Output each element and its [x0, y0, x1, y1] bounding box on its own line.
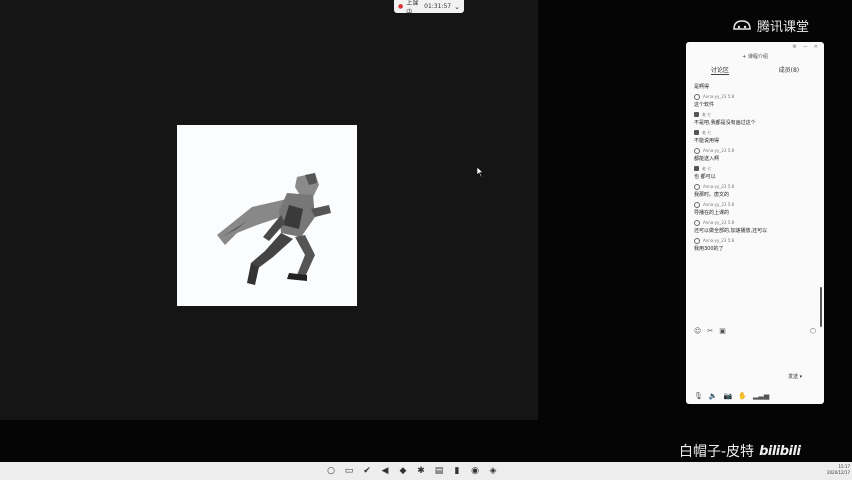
avatar[interactable] [694, 201, 700, 208]
message-user: Anna-yy_23 5:8 [694, 146, 816, 155]
tab-discussion[interactable]: 讨论区 [710, 63, 729, 75]
message-text: 我那时。唐文的 [694, 192, 730, 198]
minimize-icon[interactable]: — [803, 44, 808, 51]
clock-date: 2020/12/17 [826, 470, 850, 475]
gear-icon[interactable]: ✱ [415, 465, 427, 477]
message-text: 我用300的了 [694, 246, 724, 252]
search-icon[interactable]: ○ [325, 465, 337, 477]
scissors-icon[interactable]: ✂ [707, 327, 713, 335]
avatar[interactable] [694, 183, 700, 190]
avatar[interactable] [694, 112, 699, 117]
bilibili-logo: bilibili [759, 443, 801, 459]
drawing-canvas[interactable] [177, 125, 357, 306]
message-sender: Anna-yy_23 5:8 [703, 220, 735, 225]
message-list: 是啊得 Anna-yy_23 5:8 这个软件老 七不是吧,我都是没有画过这个老 七… [694, 83, 816, 254]
course-intro-link[interactable]: + 课程介绍 [686, 51, 824, 63]
live-status-bar[interactable]: ● 上课中 01:31:57 ⌄ [394, 0, 464, 16]
message-user: Anna-yy_23 5:8 [694, 218, 816, 227]
check-icon[interactable]: ✔ [361, 465, 373, 477]
message-text: 都能送入啊 [694, 156, 720, 162]
camera-icon[interactable]: 📷 [724, 392, 733, 400]
message-text: 这个软件 [694, 102, 715, 108]
avatar[interactable] [694, 219, 700, 226]
avatar[interactable] [694, 237, 700, 244]
message-sender: Anna-yy_23 5:8 [703, 148, 735, 153]
image-icon[interactable]: ▣ [719, 327, 726, 335]
chevron-down-icon[interactable]: ⌄ [454, 3, 460, 11]
message-text: 导播在的上课的 [694, 210, 730, 216]
message-sender: 老 七 [702, 129, 712, 135]
signal-icon: ▂▃▅ [753, 392, 770, 400]
message-teacher: 老 七 [694, 164, 816, 173]
browser-icon[interactable]: ◉ [469, 465, 481, 477]
message-text: 也 都可以 [694, 174, 716, 180]
live-time: 01:31:57 [424, 3, 452, 10]
send-button[interactable]: 发送 ▾ [788, 373, 802, 380]
chat-app-icon[interactable]: ◈ [487, 465, 499, 477]
message-teacher: 老 七 [694, 110, 816, 119]
film-icon[interactable]: ▤ [433, 465, 445, 477]
folder-icon[interactable]: ▭ [343, 465, 355, 477]
mouse-cursor-icon [477, 167, 484, 177]
avatar[interactable] [694, 147, 700, 154]
message-sender: Anna-yy_23 5:8 [703, 202, 735, 207]
message-user: Anna-yy_23 5:8 [694, 200, 816, 209]
message-sender: 老 七 [702, 111, 712, 117]
brand-name: 腾讯课堂 [757, 20, 810, 35]
message-user: Anna-yy_23 5:8 [694, 92, 816, 101]
desktop: ● 上课中 01:31:57 ⌄ 腾讯课堂 ⚙ — ✕ + 课程介绍 讨论区 成… [0, 0, 852, 480]
message-sender: Anna-yy_23 5:8 [703, 94, 735, 99]
message-sender: Anna-yy_23 5:8 [703, 184, 735, 189]
message-teacher: 老 七 [694, 128, 816, 137]
speaker-icon[interactable]: 🔈 [709, 392, 718, 400]
terminal-icon[interactable]: ▮ [451, 465, 463, 477]
vscode-icon[interactable]: ◀ [379, 465, 391, 477]
message-text: 不是吧,我都是没有画过这个 [694, 120, 756, 126]
settings-icon[interactable]: ⚙ [792, 44, 796, 51]
app-icon[interactable]: ◆ [397, 465, 409, 477]
avatar[interactable] [694, 93, 700, 100]
video-watermark: 白帽子-皮特 bilibili [679, 441, 801, 461]
hand-icon[interactable]: ✋ [738, 392, 747, 400]
chat-panel: ⚙ — ✕ + 课程介绍 讨论区 成员(8) 是啊得 Anna-yy_23 5:8… [686, 42, 824, 404]
recording-dot-icon: ● [398, 3, 404, 10]
avatar[interactable] [694, 130, 699, 135]
chat-toolbar: ☺ ✂ ▣ ⬡ [694, 326, 816, 336]
emoji-icon[interactable]: ☺ [694, 327, 701, 335]
chat-scrollbar[interactable] [820, 287, 822, 327]
system-clock[interactable]: 15:17 2020/12/17 [826, 464, 850, 476]
taskbar-apps: ○ ▭ ✔ ◀ ◆ ✱ ▤ ▮ ◉ ◈ [325, 462, 499, 480]
shared-screen [0, 0, 538, 420]
microphone-icon[interactable]: 🎙 [694, 392, 703, 400]
brand-logo: 腾讯课堂 [732, 16, 809, 35]
shield-icon[interactable]: ⬡ [810, 327, 816, 335]
message-sender: Anna-yy_23 5:8 [703, 238, 735, 243]
message-user: Anna-yy_23 5:8 [694, 182, 816, 191]
chat-window-controls: ⚙ — ✕ [686, 42, 824, 51]
bottom-toolbar: 🎙 🔈 📷 ✋ ▂▃▅ [694, 391, 816, 401]
runner-figure [217, 173, 331, 285]
close-icon[interactable]: ✕ [814, 44, 818, 51]
message-text: 不能说用得 [694, 138, 720, 144]
avatar[interactable] [694, 166, 699, 171]
message-text: 还可以做全部的,加速播放,还可以 [694, 228, 768, 234]
message-user: Anna-yy_23 5:8 [694, 236, 816, 245]
live-status: 上课中 [406, 0, 419, 16]
message-sender: 老 七 [702, 165, 712, 171]
chat-tabs: 讨论区 成员(8) [686, 63, 824, 75]
tencent-classroom-icon [733, 19, 751, 30]
author-name: 白帽子-皮特 [679, 444, 755, 460]
message-text: 是啊得 [694, 84, 710, 90]
taskbar: ○ ▭ ✔ ◀ ◆ ✱ ▤ ▮ ◉ ◈ 15:17 2020/12/17 [0, 462, 852, 480]
tab-members[interactable]: 成员(8) [779, 63, 800, 75]
